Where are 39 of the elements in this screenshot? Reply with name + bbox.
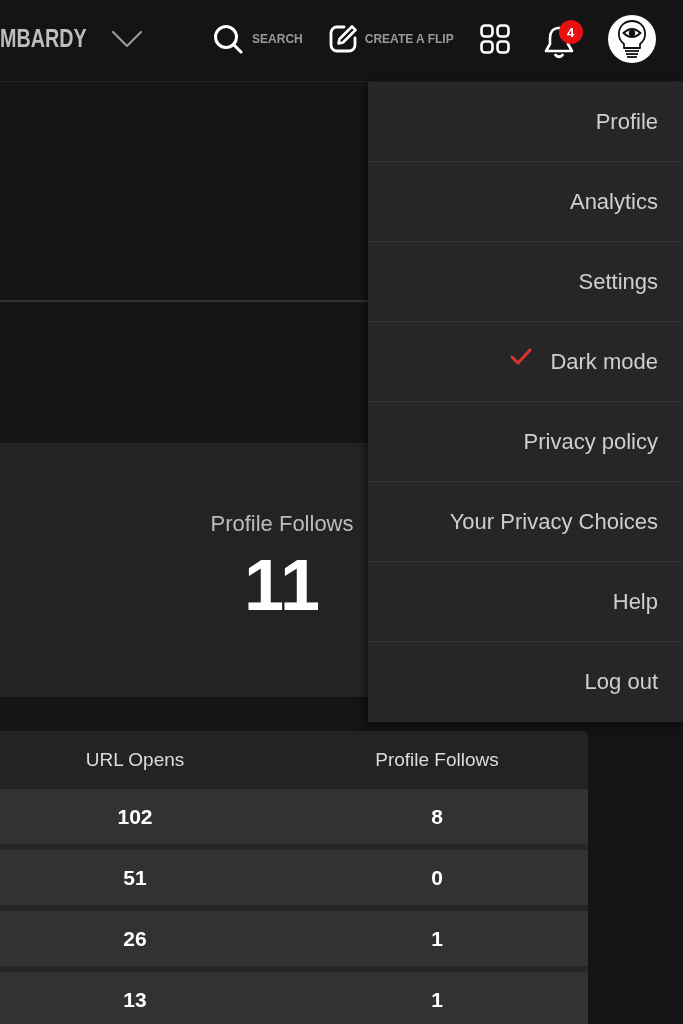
menu-item[interactable]: Analytics [368,162,683,242]
menu-item-label: Your Privacy Choices [449,508,658,535]
table-cell-text: 51 [122,865,148,890]
create-flip-button[interactable]: CREATE A FLIP [327,23,454,54]
apps-grid-icon[interactable] [479,23,510,54]
stat-label: Profile Follows [210,511,354,537]
column-header: Profile Follows [374,749,500,771]
search-button[interactable]: SEARCH [213,23,303,54]
menu-item-label: Profile [595,108,658,135]
table-cell-text: 1 [430,987,444,1012]
search-icon [213,23,244,54]
menu-item[interactable]: Your Privacy Choices [368,482,683,562]
notification-badge: 4 [558,20,583,44]
magazine-title[interactable]: MBARDY [0,21,87,54]
menu-item[interactable]: Privacy policy [368,402,683,482]
table-cell-text: 13 [122,987,148,1012]
column-header: URL Opens [84,749,186,771]
menu-item-label: Privacy policy [523,428,658,455]
notifications-button[interactable]: 4 [542,20,583,59]
pencil-square-icon [327,23,358,54]
menu-item[interactable]: Profile [368,82,683,162]
menu-item[interactable]: Dark mode [368,322,683,402]
table-cell-text: 8 [430,804,444,829]
menu-item-label: Help [612,588,658,615]
bell-icon [542,25,575,59]
table-cell-text: 102 [116,804,154,829]
menu-item-label: Log out [584,669,658,695]
menu-item[interactable]: Log out [368,642,683,722]
stat-value: 11 [243,549,321,621]
menu-item-label: Settings [578,268,658,295]
table-cell-text: 26 [122,926,148,951]
avatar-lightbulb-icon[interactable] [607,14,656,63]
table-cell-text: 1 [430,926,444,951]
menu-item[interactable]: Settings [368,242,683,322]
chevron-down-icon[interactable] [112,30,143,47]
menu-item[interactable]: Help [368,562,683,642]
menu-item-label: Dark mode [550,348,658,375]
table-cell-text: 0 [430,865,444,890]
menu-item-label: Analytics [569,188,658,215]
